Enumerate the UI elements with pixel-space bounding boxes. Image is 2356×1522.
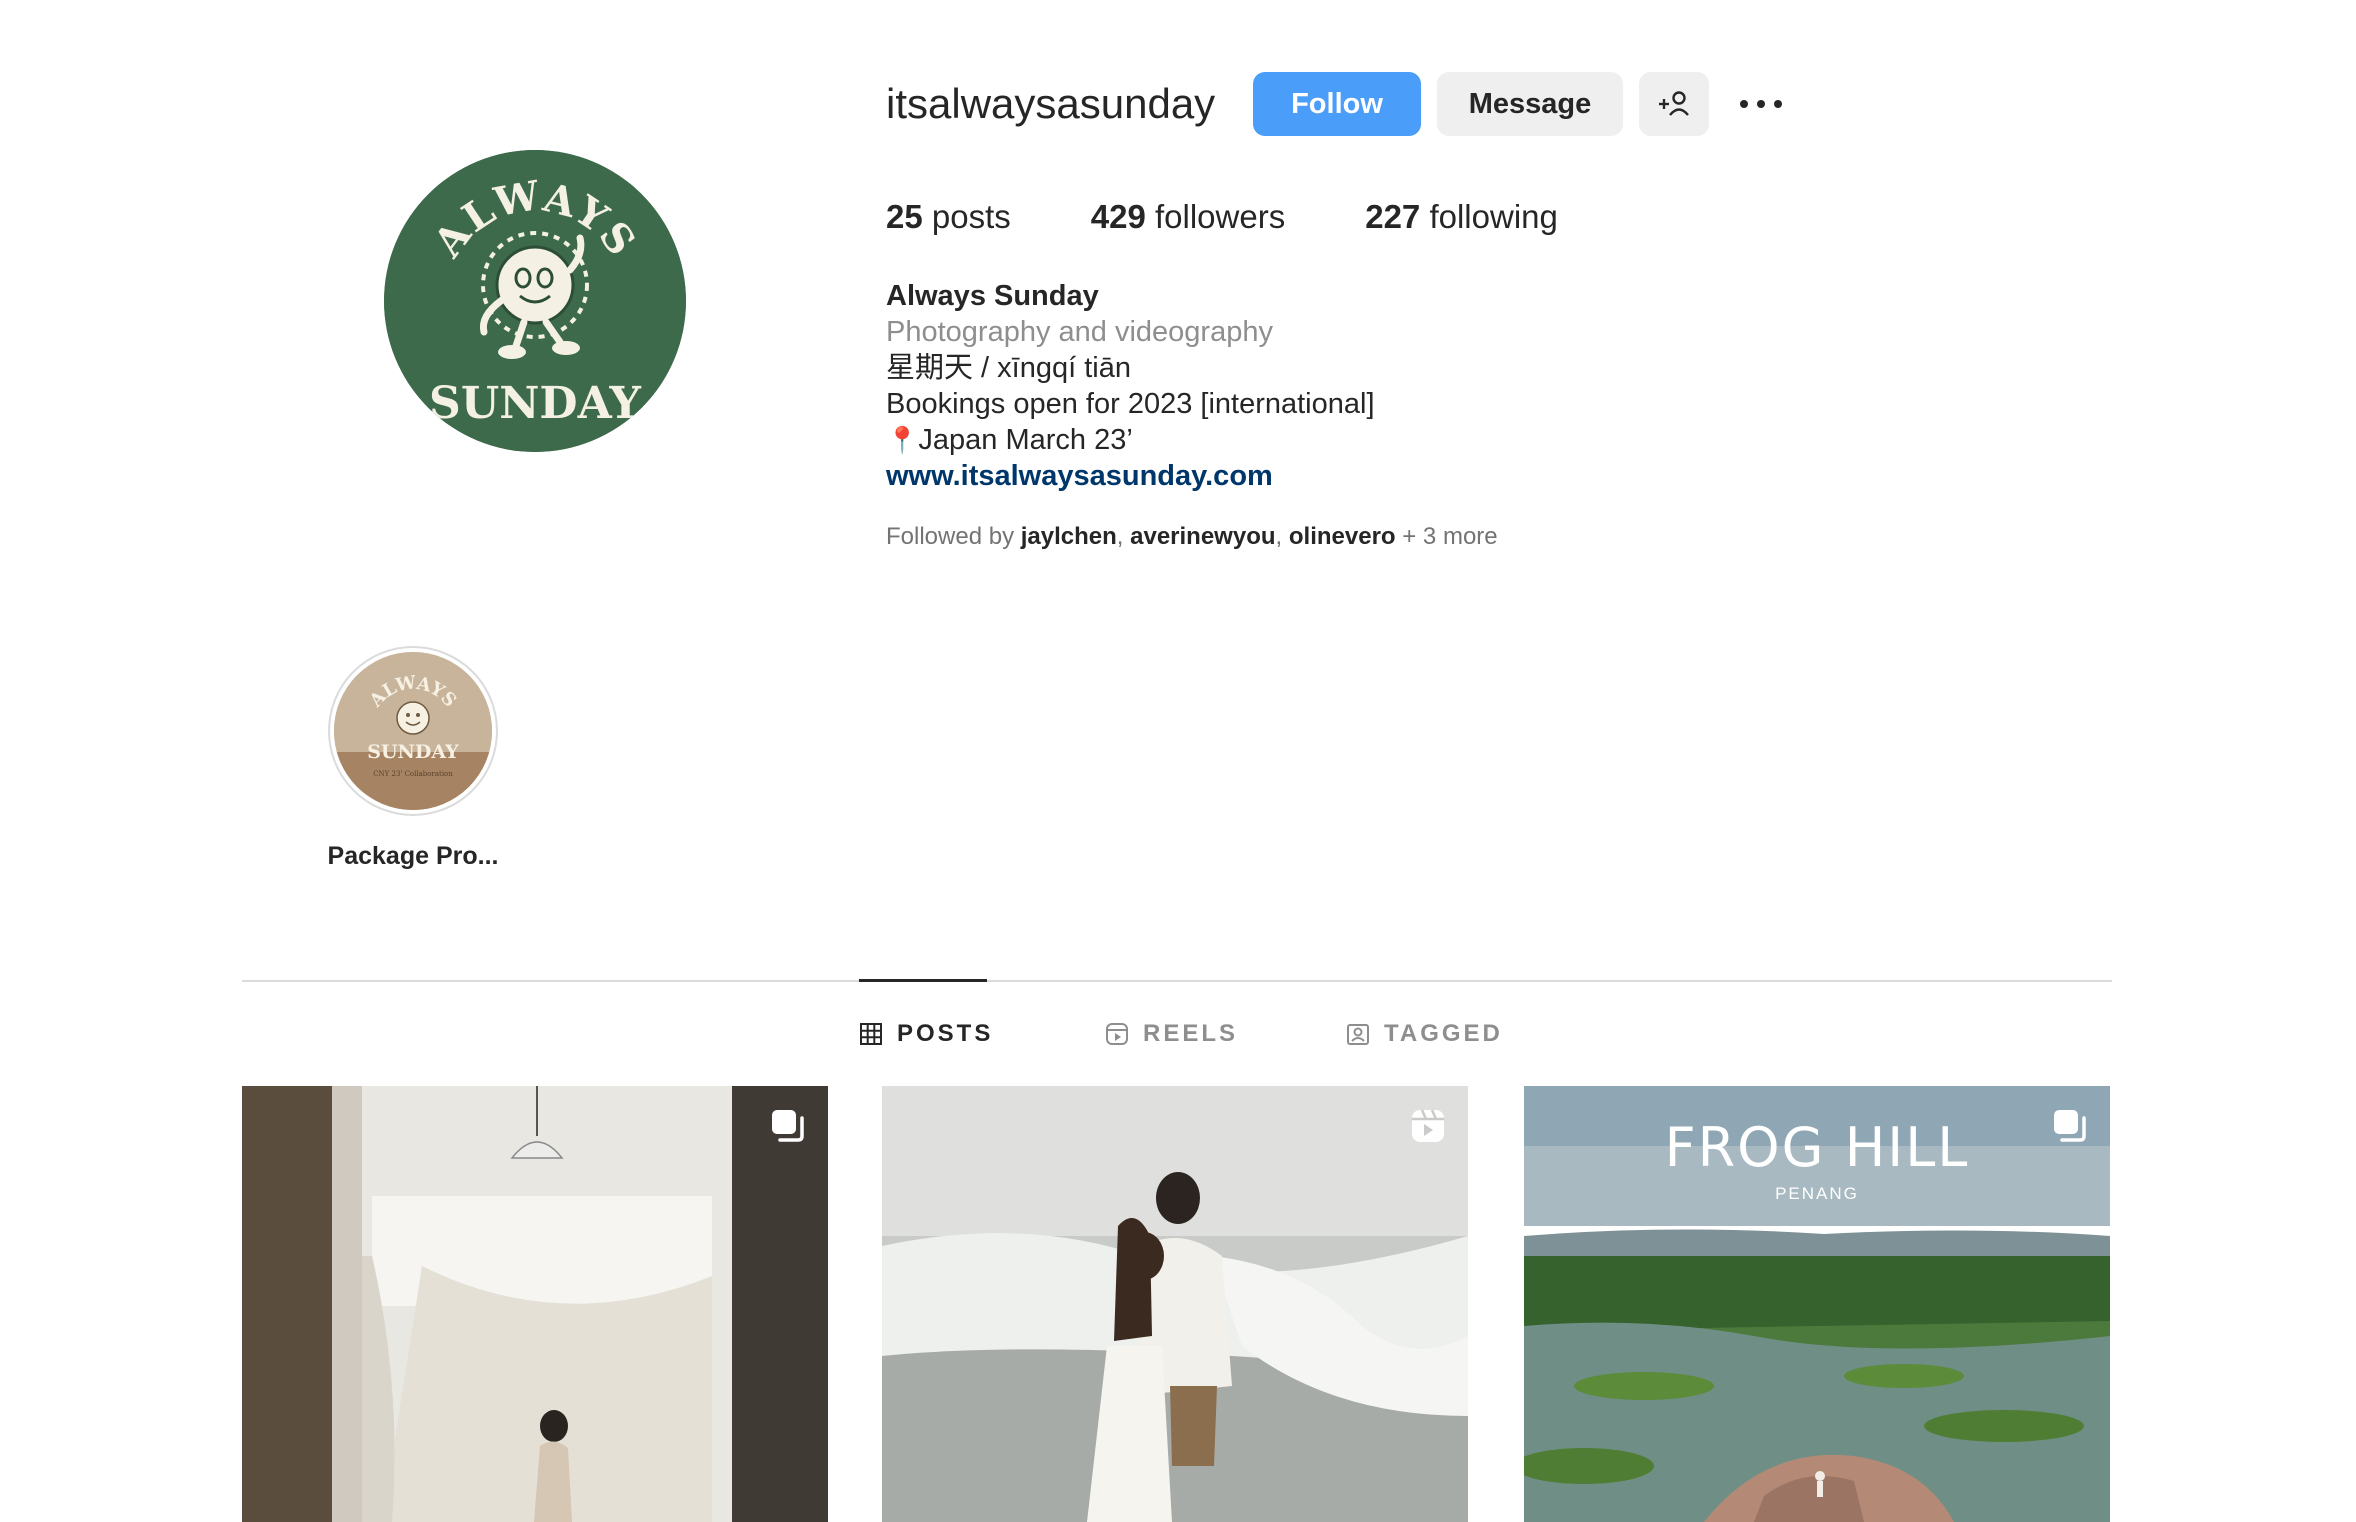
svg-text:SUNDAY: SUNDAY [429, 378, 641, 429]
bio-website-link[interactable]: www.itsalwaysasunday.com [886, 458, 1375, 494]
follower-username[interactable]: averinewyou [1130, 523, 1275, 550]
pin-icon: 📍 [886, 425, 919, 455]
following-stat[interactable]: 227 following [1365, 194, 1558, 240]
active-tab-indicator [859, 979, 987, 982]
svg-text:CNY 23' Collaboration: CNY 23' Collaboration [373, 770, 453, 778]
followers-count: 429 [1090, 198, 1146, 235]
profile-avatar[interactable]: ALWAYS SUNDAY [384, 150, 686, 452]
profile-username: itsalwaysasunday [886, 80, 1216, 127]
followed-by-prefix: Followed by [886, 523, 1015, 550]
followers-label: followers [1155, 198, 1286, 235]
followed-by-more: + 3 more [1402, 523, 1498, 550]
posts-stat: 25 posts [886, 194, 1011, 240]
bio-line: Bookings open for 2023 [international] [886, 388, 1375, 420]
more-horizontal-icon [1740, 100, 1782, 108]
tabs-divider [242, 980, 2112, 982]
posts-label: posts [931, 198, 1011, 235]
post-subtitle-overlay: PENANG [1775, 1184, 1859, 1203]
highlight-thumbnail: ALWAYS SUNDAY CNY 23' Collaboration [334, 652, 492, 810]
reels-icon [1106, 1023, 1128, 1045]
following-count: 227 [1365, 198, 1421, 235]
reel-icon [1412, 1109, 1444, 1142]
bio-category: Photography and videography [886, 316, 1273, 348]
grid-icon [860, 1023, 882, 1045]
tab-reels[interactable]: REELS [1105, 1020, 1238, 1048]
tab-tagged-label: TAGGED [1384, 1020, 1503, 1047]
suggest-user-button[interactable] [1639, 72, 1709, 136]
following-label: following [1429, 198, 1558, 235]
svg-text:SUNDAY: SUNDAY [367, 741, 459, 763]
always-sunday-logo: ALWAYS SUNDAY [384, 150, 686, 452]
tab-tagged[interactable]: TAGGED [1346, 1020, 1503, 1048]
bio-name: Always Sunday [886, 280, 1099, 312]
post-thumbnail[interactable] [882, 1086, 1468, 1522]
follow-button[interactable]: Follow [1253, 72, 1421, 136]
post-thumbnail[interactable]: FROG HILL PENANG [1524, 1086, 2110, 1522]
post-title-overlay: FROG HILL [1664, 1116, 1970, 1179]
profile-stats: 25 posts 429 followers 227 following [886, 194, 1638, 240]
follower-username[interactable]: jaylchen [1021, 523, 1117, 550]
message-button[interactable]: Message [1437, 72, 1623, 136]
followers-stat[interactable]: 429 followers [1091, 194, 1285, 240]
tab-posts[interactable]: POSTS [859, 1020, 993, 1048]
carousel-icon [772, 1110, 804, 1142]
tab-reels-label: REELS [1143, 1020, 1239, 1047]
bio-line: 📍Japan March 23’ [886, 424, 1133, 456]
post-image [882, 1086, 1468, 1522]
profile-bio: Always Sunday Photography and videograph… [886, 278, 1375, 494]
tab-posts-label: POSTS [897, 1020, 994, 1047]
tagged-icon [1347, 1024, 1369, 1045]
post-thumbnail[interactable] [242, 1086, 828, 1522]
followed-by[interactable]: Followed by jaylchen, averinewyou, oline… [886, 522, 1498, 552]
add-person-icon [1659, 91, 1689, 116]
story-highlight[interactable]: ALWAYS SUNDAY CNY 23' Collaboration Pack… [328, 646, 498, 870]
highlight-label: Package Pro... [327, 842, 499, 870]
posts-count: 25 [886, 198, 923, 235]
carousel-icon [2054, 1110, 2086, 1142]
post-image [242, 1086, 828, 1522]
more-options-button[interactable] [1726, 72, 1796, 136]
bio-line: 星期天 / xīngqí tiān [886, 352, 1131, 384]
follower-username[interactable]: olinevero [1289, 523, 1396, 550]
highlight-ring: ALWAYS SUNDAY CNY 23' Collaboration [328, 646, 498, 816]
